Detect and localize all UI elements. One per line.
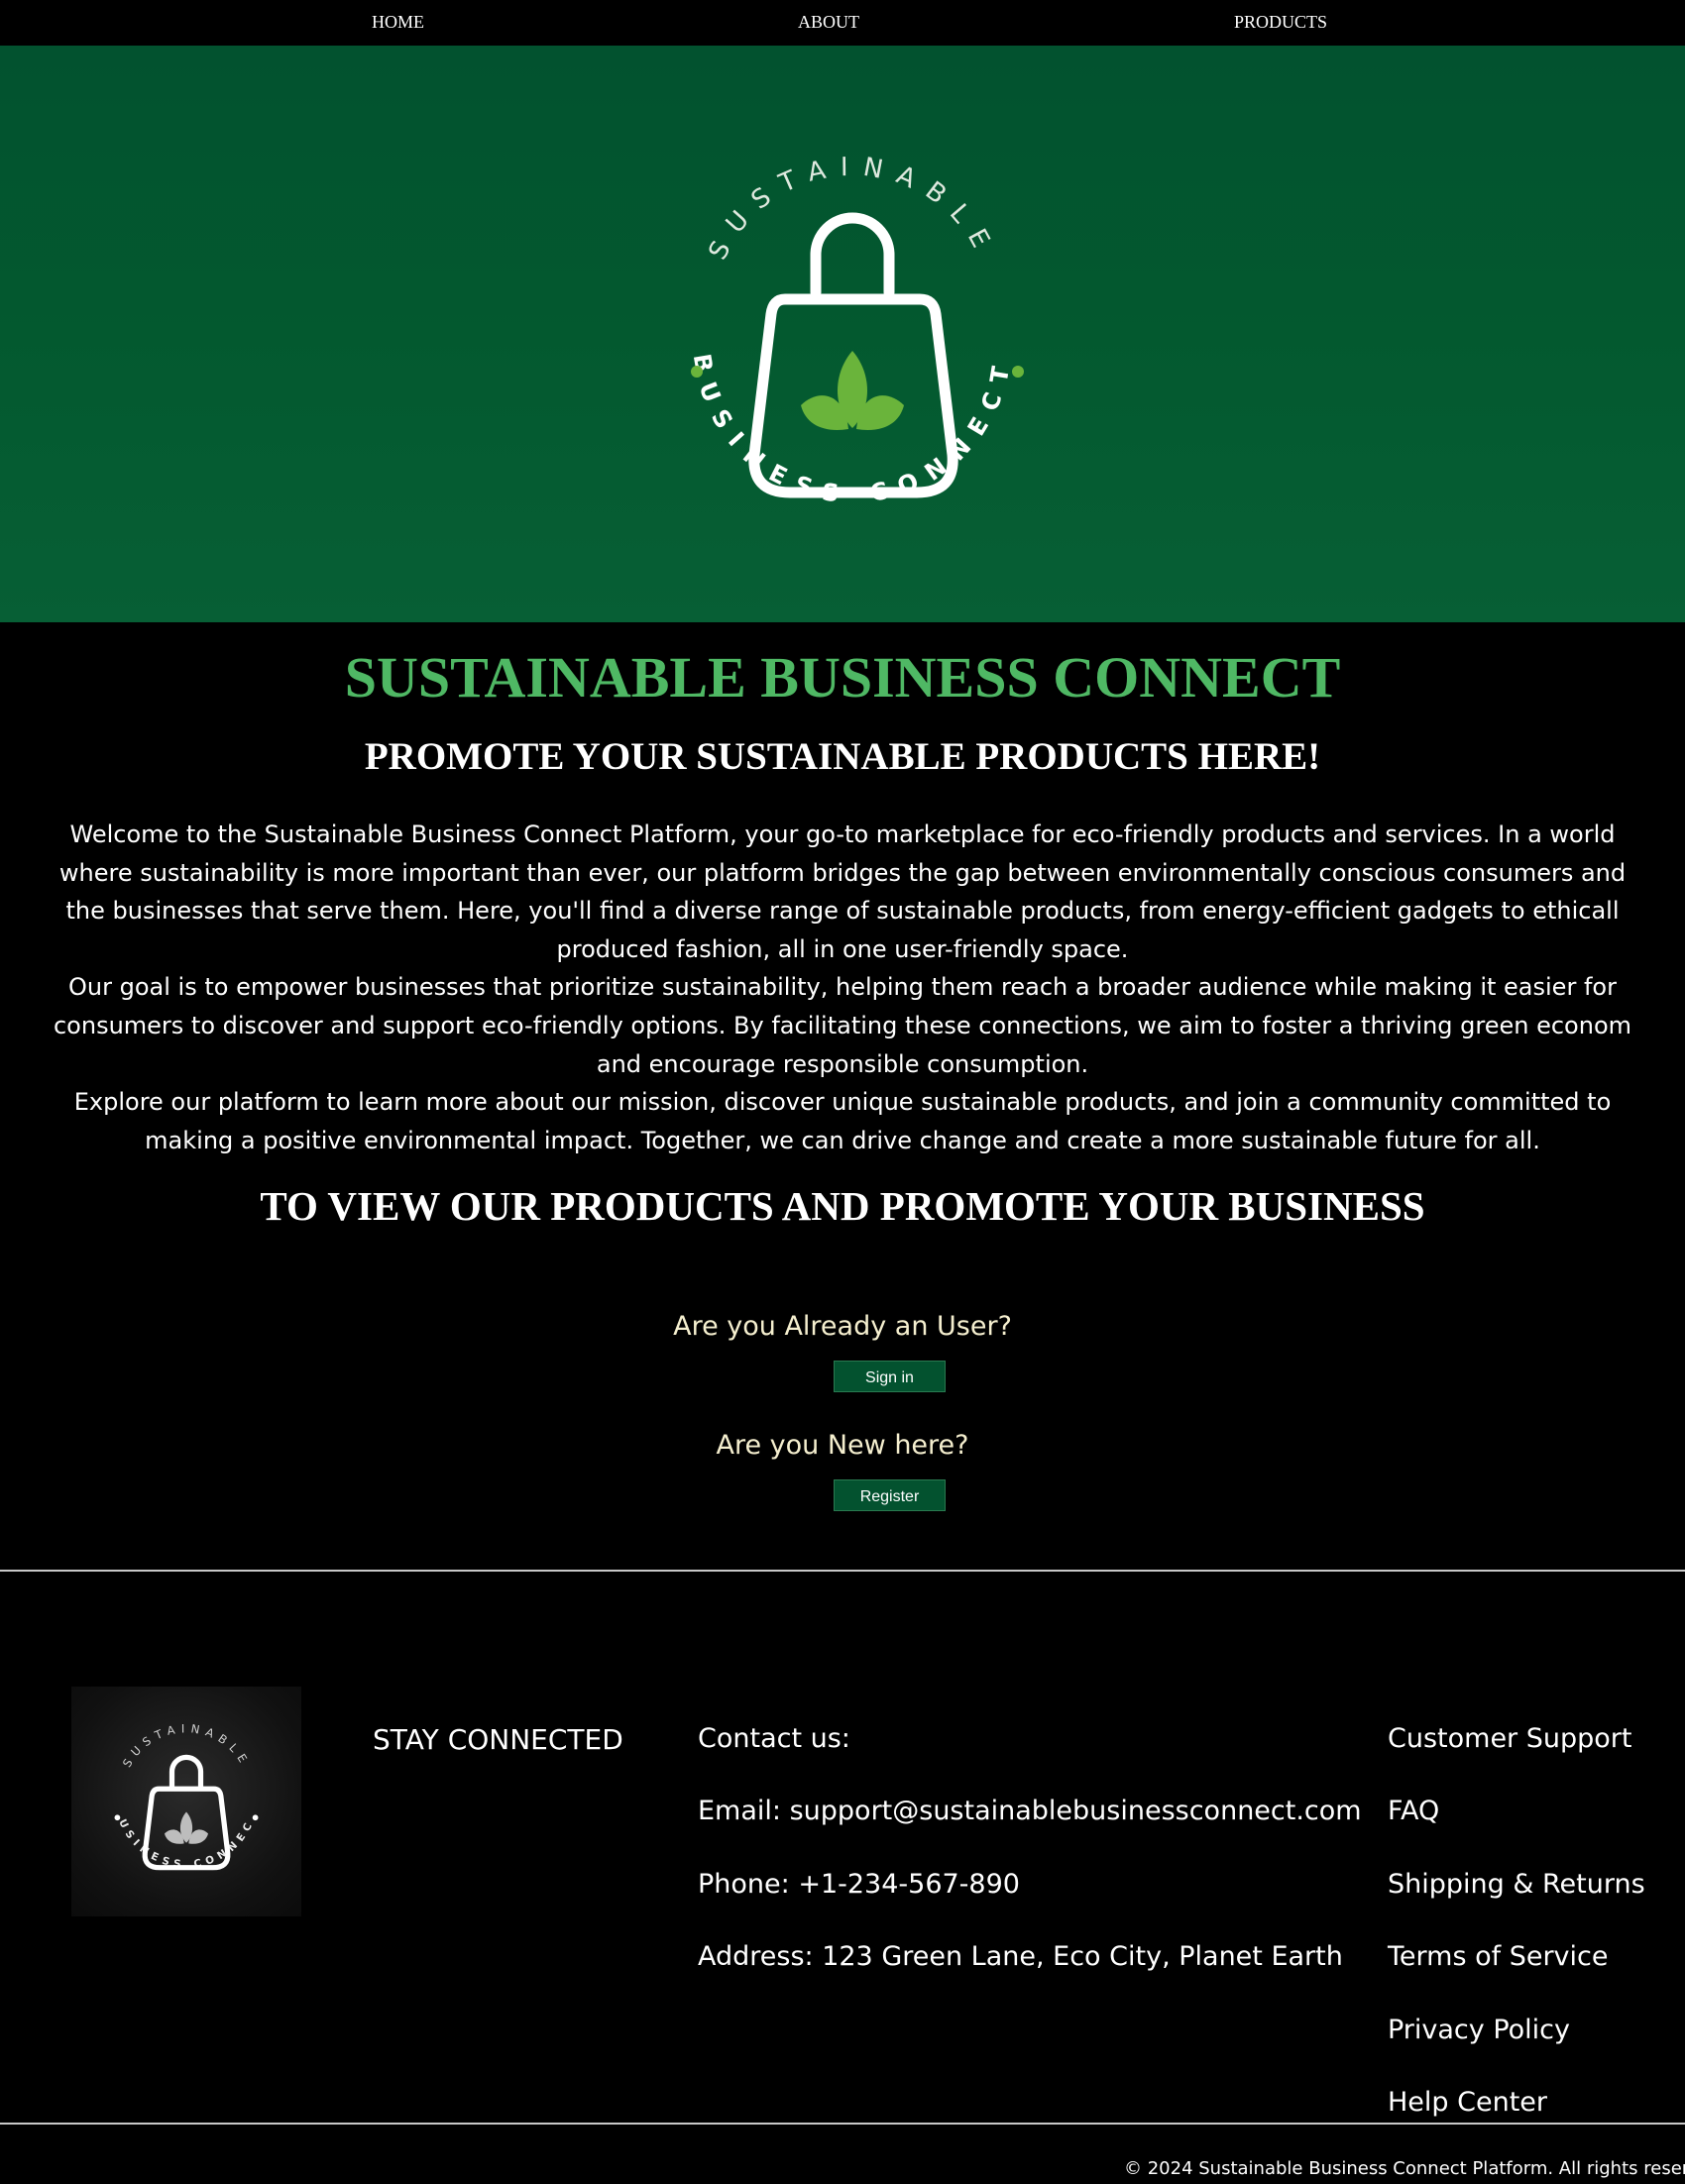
leaf-icon [801, 351, 904, 430]
nav-products-link[interactable]: PRODUCTS [1234, 12, 1327, 33]
nav-about-link[interactable]: ABOUT [798, 12, 859, 33]
intro-line: Welcome to the Sustainable Business Conn… [69, 820, 1616, 848]
intro-line: making a positive environmental impact. … [145, 1126, 1540, 1154]
footer-logo-graphic: SUSTAINABLE BUSINESS CONNECT [76, 1678, 259, 1871]
contact-phone: Phone: +1-234-567-890 [698, 1869, 1020, 1900]
intro-line: the businesses that serve them. Here, yo… [65, 897, 1620, 926]
footer-link-faq[interactable]: FAQ [1388, 1796, 1439, 1826]
logo-dot-left [691, 366, 703, 378]
copyright-text: © 2024 Sustainable Business Connect Plat… [1124, 2158, 1685, 2179]
intro-line: consumers to discover and support eco-fr… [53, 1011, 1631, 1039]
intro-line: produced fashion, all in one user-friend… [556, 934, 1129, 963]
intro-line: Our goal is to empower businesses that p… [68, 973, 1617, 1002]
register-button[interactable]: Register [834, 1479, 946, 1511]
section-divider [0, 1570, 1685, 1572]
nav-home-link[interactable]: HOME [372, 12, 424, 33]
hero-banner: SUSTAINABLE BUSINESS CONNECT [0, 46, 1685, 622]
contact-heading: Contact us: [698, 1723, 850, 1754]
new-user-question: Are you New here? [716, 1430, 969, 1461]
footer-link-shipping-returns[interactable]: Shipping & Returns [1388, 1869, 1645, 1900]
footer-logo: SUSTAINABLE BUSINESS CONNECT [71, 1678, 301, 1916]
stay-connected-heading: STAY CONNECTED [373, 1723, 623, 1756]
footer-link-help-center[interactable]: Help Center [1388, 2087, 1547, 2118]
page-title: SUSTAINABLE BUSINESS CONNECT [344, 645, 1341, 710]
tagline: PROMOTE YOUR SUSTAINABLE PRODUCTS HERE! [364, 735, 1321, 778]
footer-link-terms[interactable]: Terms of Service [1388, 1941, 1609, 1972]
footer-link-customer-support[interactable]: Customer Support [1388, 1723, 1631, 1754]
intro-line: and encourage responsible consumption. [596, 1049, 1089, 1078]
footer-logo-bottom-text: BUSINESS CONNECT [76, 1687, 257, 1871]
intro-text: Welcome to the Sustainable Business Conn… [0, 816, 1685, 1159]
top-nav: HOME ABOUT PRODUCTS [0, 0, 1685, 46]
footer-divider [0, 2123, 1685, 2125]
cta-heading: TO VIEW OUR PRODUCTS AND PROMOTE YOUR BU… [260, 1183, 1425, 1229]
existing-user-question: Are you Already an User? [673, 1311, 1012, 1342]
logo-dot-right [1012, 366, 1024, 378]
footer-link-privacy[interactable]: Privacy Policy [1388, 2015, 1570, 2045]
footer-logo-top-text: SUSTAINABLE [120, 1721, 253, 1770]
contact-email: Email: support@sustainablebusinessconnec… [698, 1796, 1362, 1826]
brand-logo: SUSTAINABLE BUSINESS CONNECT [688, 153, 1024, 508]
footer-leaf-icon [164, 1811, 209, 1844]
intro-line: Explore our platform to learn more about… [73, 1088, 1612, 1117]
intro-line: where sustainability is more important t… [58, 858, 1627, 887]
logo-top-text: SUSTAINABLE [703, 153, 1001, 265]
sign-in-button[interactable]: Sign in [834, 1361, 946, 1392]
contact-address: Address: 123 Green Lane, Eco City, Plane… [698, 1941, 1343, 1972]
